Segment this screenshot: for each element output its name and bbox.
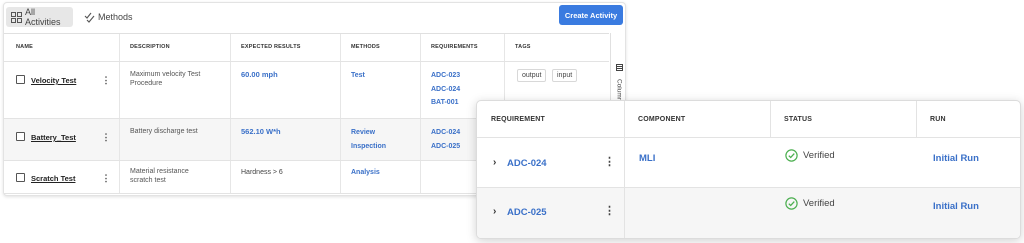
column-header-expected-results[interactable]: EXPECTED RESULTS [241,44,301,50]
expected-result: Hardness > 6 [241,169,283,176]
activity-name-link[interactable]: Scratch Test [31,174,75,183]
columns-toggle[interactable]: Columns [610,33,627,105]
activity-name-link[interactable]: Velocity Test [31,76,76,85]
column-header-status[interactable]: STATUS [784,116,812,123]
expected-result: 562.10 W*h [241,127,281,136]
run-link[interactable]: Initial Run [933,201,979,212]
status-text: Verified [803,198,835,209]
requirement-link[interactable]: ADC-024 [431,83,460,97]
create-activity-button[interactable]: Create Activity [559,5,623,25]
status-badge: Verified [785,149,835,162]
method-link[interactable]: Inspection [351,140,386,154]
row-menu-icon[interactable]: ⋮ [604,157,615,168]
requirement-link[interactable]: BAT-001 [431,96,460,110]
methods-label: Methods [98,12,133,22]
requirement-links[interactable]: ADC-023 ADC-024 BAT-001 [431,69,460,110]
column-header-methods[interactable]: METHODS [351,44,380,50]
row-menu-icon[interactable]: ⋮ [604,206,615,217]
method-links[interactable]: Review Inspection [351,126,386,153]
verified-check-icon [785,149,798,162]
column-header-description[interactable]: DESCRIPTION [130,44,170,50]
toolbar: All Activities Methods Create Activity [4,3,625,31]
requirement-link[interactable]: ADC-025 [507,207,547,218]
method-link[interactable]: Test [351,69,365,83]
expected-result: 60.00 mph [241,70,278,79]
row-menu-icon[interactable]: ⋮ [101,174,111,183]
requirement-link[interactable]: ADC-024 [431,126,460,140]
activity-description: Maximum velocity Test Procedure [130,71,201,87]
column-header-requirement[interactable]: REQUIREMENT [491,116,545,123]
column-header-tags[interactable]: TAGS [515,44,531,50]
method-link[interactable]: Analysis [351,166,380,180]
requirement-link[interactable]: ADC-024 [507,158,547,169]
requirement-detail-card: REQUIREMENT COMPONENT STATUS RUN › ADC-0… [476,100,1021,239]
activity-name-link[interactable]: Battery_Test [31,133,76,142]
tag-chip[interactable]: input [552,69,578,82]
requirement-link[interactable]: ADC-023 [431,69,460,83]
card-table-header: REQUIREMENT COMPONENT STATUS RUN [477,101,1020,138]
run-link[interactable]: Initial Run [933,153,979,164]
status-badge: Verified [785,197,835,210]
columns-icon [615,58,623,76]
table-header: NAME DESCRIPTION EXPECTED RESULTS METHOD… [4,34,609,62]
all-activities-label: All Activities [25,7,61,27]
status-text: Verified [803,150,835,161]
column-header-component[interactable]: COMPONENT [638,116,685,123]
row-checkbox[interactable] [16,75,25,84]
requirement-link[interactable]: ADC-025 [431,140,460,154]
all-activities-tab[interactable]: All Activities [6,7,73,27]
activity-description: Material resistance scratch test [130,168,189,184]
expand-chevron-icon[interactable]: › [493,206,496,217]
tag-chip[interactable]: output [517,69,547,82]
activity-description: Battery discharge test [130,128,198,135]
method-link[interactable]: Review [351,126,386,140]
row-menu-icon[interactable]: ⋮ [101,76,111,85]
requirement-row[interactable]: › ADC-025 ⋮ Verified Initial Run [477,188,1020,238]
grid-view-icon [11,11,22,23]
row-checkbox[interactable] [16,132,25,141]
requirement-links[interactable]: ADC-024 ADC-025 [431,126,460,153]
column-header-requirements[interactable]: REQUIREMENTS [431,44,478,50]
verified-check-icon [785,197,798,210]
component-link[interactable]: MLI [639,153,655,164]
row-menu-icon[interactable]: ⋮ [101,133,111,142]
column-header-name[interactable]: NAME [16,44,33,50]
column-header-run[interactable]: RUN [930,116,946,123]
methods-check-icon [83,11,95,23]
methods-tab[interactable]: Methods [78,7,138,27]
row-checkbox[interactable] [16,173,25,182]
requirement-row[interactable]: › ADC-024 ⋮ MLI Verified Initial Run [477,138,1020,188]
expand-chevron-icon[interactable]: › [493,157,496,168]
